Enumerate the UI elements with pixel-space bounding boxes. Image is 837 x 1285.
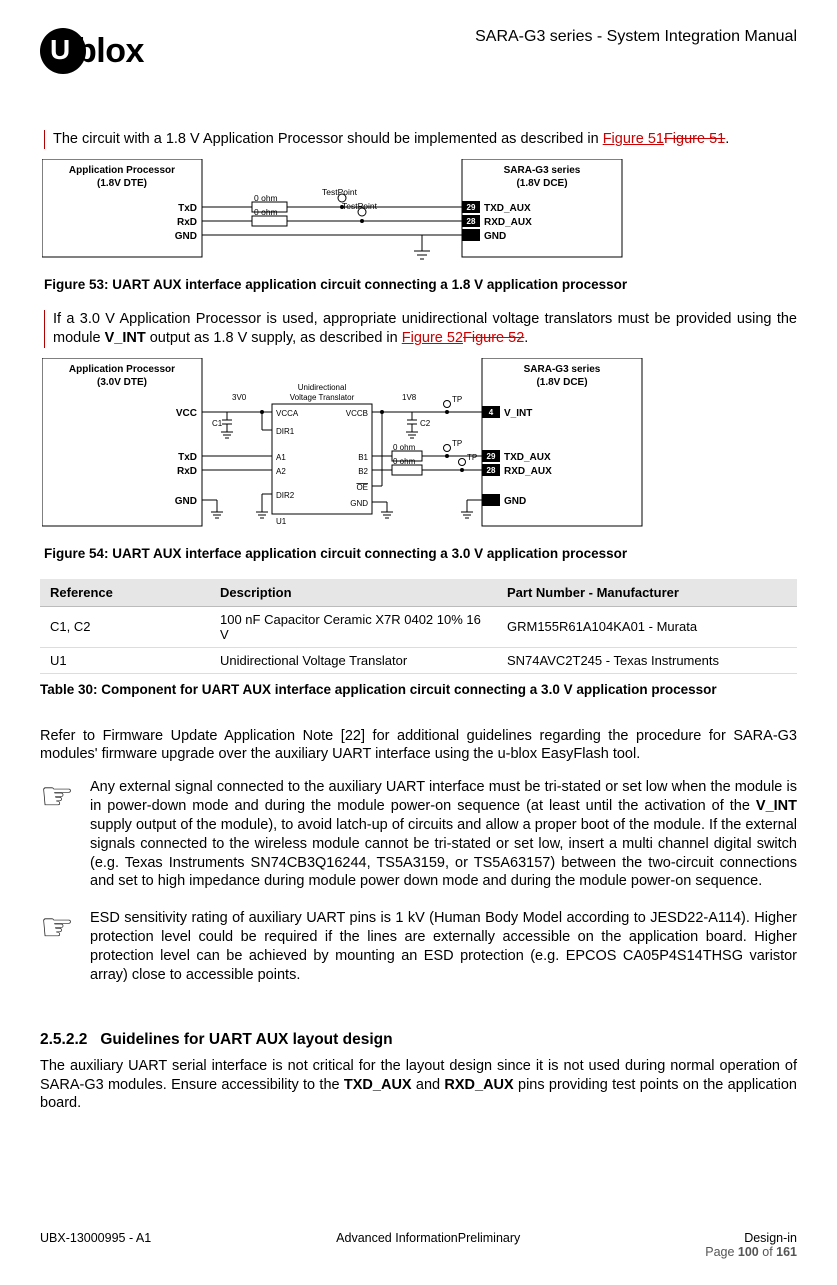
svg-text:1V8: 1V8 [402,393,417,402]
svg-text:GND: GND [484,231,506,242]
svg-text:SARA-G3 series: SARA-G3 series [504,165,581,176]
svg-text:29: 29 [487,452,496,461]
table-30-caption: Table 30: Component for UART AUX interfa… [40,682,797,697]
footer: UBX-13000995 - A1 Advanced InformationPr… [40,1231,797,1259]
svg-text:0 ohm: 0 ohm [393,443,416,452]
th-description: Description [210,579,497,607]
svg-text:0 ohm: 0 ohm [254,207,278,217]
svg-text:(3.0V DTE): (3.0V DTE) [97,377,147,388]
svg-text:TP: TP [452,395,462,404]
table-row: U1Unidirectional Voltage TranslatorSN74A… [40,647,797,673]
svg-text:Application Processor: Application Processor [69,165,175,176]
svg-text:VCCB: VCCB [346,409,368,418]
footer-section: Design-in [705,1231,797,1245]
svg-text:DIR2: DIR2 [276,491,295,500]
svg-text:RxD: RxD [177,466,197,477]
svg-text:B2: B2 [358,467,368,476]
footer-docnum: UBX-13000995 - A1 [40,1231,151,1259]
svg-text:GND: GND [175,496,197,507]
svg-text:Unidirectional: Unidirectional [298,383,347,392]
doc-title: SARA-G3 series - System Integration Manu… [475,28,797,46]
figure-link[interactable]: Figure 52 [402,330,463,346]
svg-text:4: 4 [489,408,494,417]
svg-text:28: 28 [467,217,476,226]
pointing-hand-icon: ☞ [40,909,90,988]
svg-text:Application Processor: Application Processor [69,364,175,375]
footer-page: Page 100 of 161 [705,1245,797,1259]
paragraph-18v: The circuit with a 1.8 V Application Pro… [53,130,797,149]
figure-53-diagram: .bx{fill:none;stroke:#000;stroke-width:1… [42,159,797,269]
svg-text:TXD_AUX: TXD_AUX [484,203,531,214]
svg-text:OE: OE [356,483,368,492]
figure-link-deleted: Figure 52 [463,330,524,346]
svg-text:TXD_AUX: TXD_AUX [504,452,551,463]
svg-text:V_INT: V_INT [504,408,532,419]
svg-text:DIR1: DIR1 [276,427,295,436]
figure-link-deleted: Figure 51 [664,131,725,147]
logo-dot-letter: U [50,34,70,66]
table-30: Reference Description Part Number - Manu… [40,579,797,674]
logo: U blox [40,28,144,74]
figure-54-diagram: .bx{fill:none;stroke:#000;stroke-width:1… [42,358,797,538]
figure-53-caption: Figure 53: UART AUX interface applicatio… [44,277,797,292]
note-esd: ESD sensitivity rating of auxiliary UART… [90,909,797,984]
svg-text:RxD: RxD [177,217,197,228]
svg-text:TP: TP [467,453,477,462]
svg-text:VCCA: VCCA [276,409,299,418]
svg-text:29: 29 [467,203,476,212]
fw-note: Refer to Firmware Update Application Not… [40,727,797,765]
svg-text:A1: A1 [276,453,286,462]
note-tristated: Any external signal connected to the aux… [90,778,797,891]
svg-text:C1: C1 [212,419,223,428]
svg-text:GND: GND [175,231,197,242]
svg-text:TxD: TxD [178,452,197,463]
svg-text:U1: U1 [276,517,287,526]
svg-text:GND: GND [350,499,368,508]
svg-text:(1.8V DTE): (1.8V DTE) [97,178,147,189]
svg-text:(1.8V DCE): (1.8V DCE) [516,178,567,189]
svg-text:Voltage Translator: Voltage Translator [290,393,355,402]
figure-link[interactable]: Figure 51 [603,131,664,147]
section-heading: 2.5.2.2 Guidelines for UART AUX layout d… [40,1031,797,1049]
th-reference: Reference [40,579,210,607]
svg-text:TxD: TxD [178,203,197,214]
figure-54-caption: Figure 54: UART AUX interface applicatio… [44,546,797,561]
logo-text: blox [76,32,144,71]
svg-text:VCC: VCC [176,408,197,419]
svg-text:A2: A2 [276,467,286,476]
footer-status: Advanced InformationPreliminary [336,1231,520,1259]
svg-text:0 ohm: 0 ohm [393,457,416,466]
svg-text:TestPoint: TestPoint [342,201,378,211]
svg-text:28: 28 [487,466,496,475]
svg-text:RXD_AUX: RXD_AUX [484,217,532,228]
svg-text:TP: TP [452,439,462,448]
svg-text:SARA-G3 series: SARA-G3 series [524,364,601,375]
svg-text:RXD_AUX: RXD_AUX [504,466,552,477]
svg-text:0 ohm: 0 ohm [254,193,278,203]
pointing-hand-icon: ☞ [40,778,90,895]
svg-text:(1.8V DCE): (1.8V DCE) [536,377,587,388]
paragraph-layout: The auxiliary UART serial interface is n… [40,1057,797,1114]
svg-text:GND: GND [504,496,526,507]
paragraph-30v: If a 3.0 V Application Processor is used… [53,310,797,348]
svg-text:3V0: 3V0 [232,393,247,402]
th-partnum: Part Number - Manufacturer [497,579,797,607]
svg-text:TestPoint: TestPoint [322,187,358,197]
svg-text:C2: C2 [420,419,431,428]
table-row: C1, C2100 nF Capacitor Ceramic X7R 0402 … [40,606,797,647]
svg-text:B1: B1 [358,453,368,462]
